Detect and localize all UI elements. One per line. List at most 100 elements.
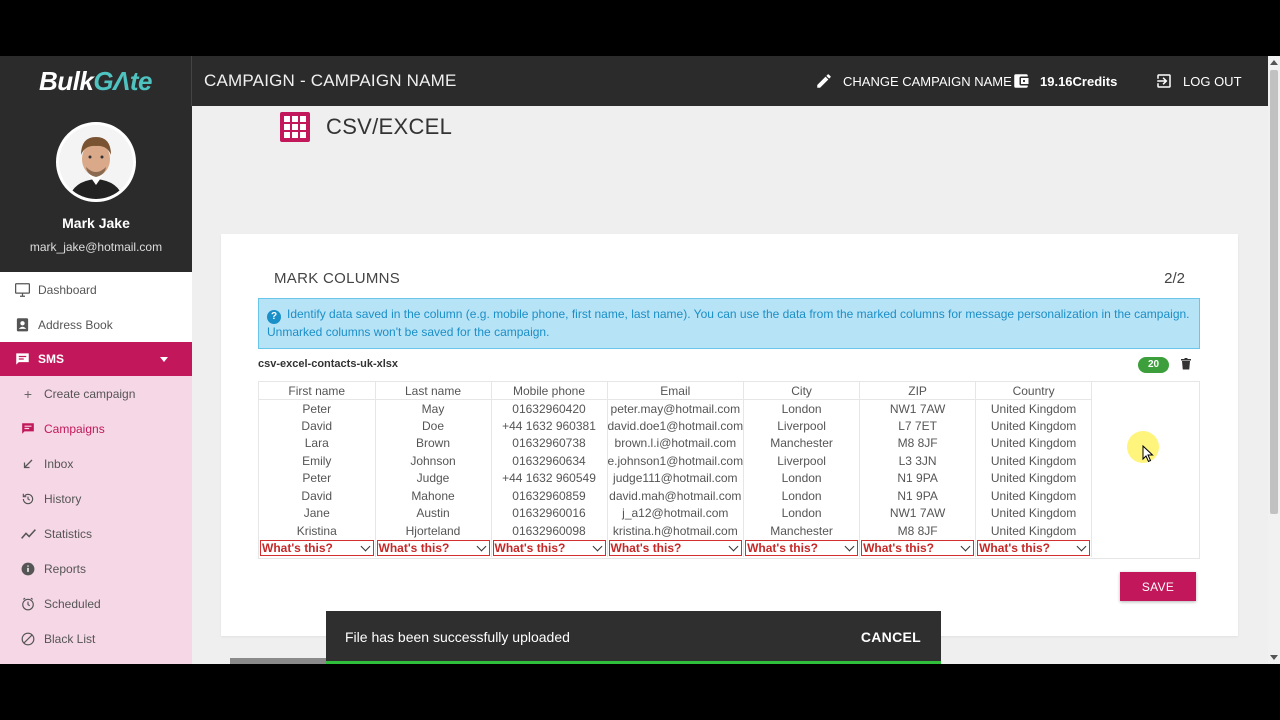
table-header-row: First name Last name Mobile phone Email City… — [259, 382, 1093, 400]
sidebar-item-black-list[interactable]: Black List — [0, 621, 192, 656]
table-cell: Peter — [259, 399, 376, 417]
scroll-up-icon[interactable] — [1270, 60, 1278, 65]
table-cell: Doe — [375, 417, 492, 435]
chevron-down-icon — [844, 541, 855, 552]
table-cell: Jane — [259, 504, 376, 522]
arrow-in-icon — [20, 456, 36, 472]
select-cell: What's this? — [975, 539, 1093, 557]
chevron-down-icon — [728, 541, 739, 552]
scrollbar-thumb[interactable] — [1270, 70, 1278, 514]
vertical-scrollbar[interactable] — [1268, 56, 1280, 664]
row-count-badge: 20 — [1138, 357, 1169, 373]
chevron-down-icon — [960, 541, 971, 552]
table-cell: Austin — [375, 504, 492, 522]
sidebar-item-scheduled[interactable]: Scheduled — [0, 586, 192, 621]
sidebar-item-inbox[interactable]: Inbox — [0, 446, 192, 481]
delete-file-button[interactable] — [1181, 357, 1191, 375]
table-cell: M8 8JF — [859, 434, 977, 452]
table-cell: United Kingdom — [975, 434, 1093, 452]
upload-progress-bar — [326, 661, 941, 664]
logout-button[interactable]: LOG OUT — [1155, 56, 1242, 106]
table-cell: May — [375, 399, 492, 417]
credits-display[interactable]: 19.16Credits — [1012, 56, 1117, 106]
table-cell: kristina.h@hotmail.com — [607, 522, 745, 540]
mark-columns-card: MARK COLUMNS 2/2 ? Identify data saved in… — [221, 234, 1238, 636]
table-row: Kristina Hjorteland 01632960098 kristina.h@… — [259, 522, 1093, 540]
change-campaign-name-button[interactable]: CHANGE CAMPAIGN NAME — [815, 56, 1012, 106]
table-row: David Doe +44 1632 960381 david.doe1@hotmai… — [259, 417, 1093, 435]
table-cell: 01632960098 — [491, 522, 608, 540]
history-icon — [20, 491, 36, 507]
sidebar-item-label: Scheduled — [44, 596, 101, 611]
table-cell: Peter — [259, 469, 376, 487]
table-cell: United Kingdom — [975, 469, 1093, 487]
sidebar-item-create-campaign[interactable]: + Create campaign — [0, 376, 192, 411]
column-header: City — [743, 382, 861, 400]
table-cell: 01632960738 — [491, 434, 608, 452]
campaign-title: CAMPAIGN - CAMPAIGN NAME — [204, 71, 457, 90]
info-message: ? Identify data saved in the column (e.g.… — [258, 298, 1200, 349]
table-cell: London — [743, 487, 861, 505]
sidebar-item-label: Inbox — [44, 456, 74, 471]
select-cell: What's this? — [859, 539, 977, 557]
block-icon — [20, 631, 36, 647]
column-header: Email — [607, 382, 745, 400]
user-name: Mark Jake — [62, 215, 130, 231]
select-cell: What's this? — [743, 539, 861, 557]
logout-label: LOG OUT — [1183, 73, 1242, 89]
snackbar-message: File has been successfully uploaded — [345, 629, 570, 645]
table-cell: United Kingdom — [975, 522, 1093, 540]
table-row: Peter May 01632960420 peter.may@hotmail.com… — [259, 399, 1093, 417]
top-bar: Bulk GΛte CAMPAIGN - CAMPAIGN NAME CHANGE… — [0, 56, 1268, 106]
column-type-select[interactable]: What's this? — [376, 540, 490, 557]
column-header: Mobile phone — [491, 382, 608, 400]
table-cell: david.mah@hotmail.com — [607, 487, 745, 505]
sidebar-item-dashboard[interactable]: Dashboard — [0, 272, 192, 307]
table-cell: Kristina — [259, 522, 376, 540]
column-type-select[interactable]: What's this? — [977, 540, 1091, 557]
snackbar: File has been successfully uploaded CANC… — [326, 611, 941, 664]
step-title: MARK COLUMNS — [274, 270, 401, 287]
sidebar-item-reports[interactable]: Reports — [0, 551, 192, 586]
info-icon — [20, 561, 36, 577]
table-cell: Manchester — [743, 434, 861, 452]
column-header: Last name — [375, 382, 492, 400]
chat-icon — [20, 421, 36, 437]
logo[interactable]: Bulk GΛte — [0, 56, 192, 106]
select-placeholder: What's this? — [262, 541, 333, 556]
user-profile: Mark Jake mark_jake@hotmail.com — [0, 106, 192, 272]
sidebar-item-statistics[interactable]: Statistics — [0, 516, 192, 551]
table-row: Jane Austin 01632960016 j_a12@hotmail.com Lo… — [259, 504, 1093, 522]
select-cell: What's this? — [491, 539, 608, 557]
logout-icon — [1157, 74, 1171, 88]
sidebar-item-history[interactable]: History — [0, 481, 192, 516]
column-type-select[interactable]: What's this? — [745, 540, 859, 557]
snackbar-cancel-button[interactable]: CANCEL — [861, 629, 921, 645]
monitor-icon — [14, 282, 30, 298]
table-cell: e.johnson1@hotmail.com — [607, 452, 745, 470]
wallet-icon — [1014, 74, 1029, 88]
save-button[interactable]: SAVE — [1120, 572, 1196, 601]
column-type-select[interactable]: What's this? — [861, 540, 975, 557]
table-cell: Johnson — [375, 452, 492, 470]
select-placeholder: What's this? — [747, 541, 818, 556]
table-cell: 01632960016 — [491, 504, 608, 522]
table-cell: Liverpool — [743, 452, 861, 470]
sidebar-item-campaigns[interactable]: Campaigns — [0, 411, 192, 446]
sidebar-item-sms[interactable]: SMS — [0, 342, 192, 376]
column-type-select[interactable]: What's this? — [492, 540, 606, 557]
sidebar-item-address-book[interactable]: Address Book — [0, 307, 192, 342]
column-type-select[interactable]: What's this? — [260, 540, 374, 557]
table-cell: 01632960420 — [491, 399, 608, 417]
sidebar-item-label: History — [44, 491, 82, 506]
table-cell: Mahone — [375, 487, 492, 505]
avatar[interactable] — [56, 122, 136, 202]
horizontal-scrollbar[interactable] — [230, 658, 328, 664]
data-table: First name Last name Mobile phone Email City… — [259, 382, 1093, 557]
table-cell: Liverpool — [743, 417, 861, 435]
table-cell: NW1 7AW — [859, 399, 977, 417]
scroll-down-icon[interactable] — [1270, 655, 1278, 660]
chevron-down-icon — [476, 541, 486, 552]
column-type-select[interactable]: What's this? — [608, 540, 743, 557]
table-cell: Manchester — [743, 522, 861, 540]
